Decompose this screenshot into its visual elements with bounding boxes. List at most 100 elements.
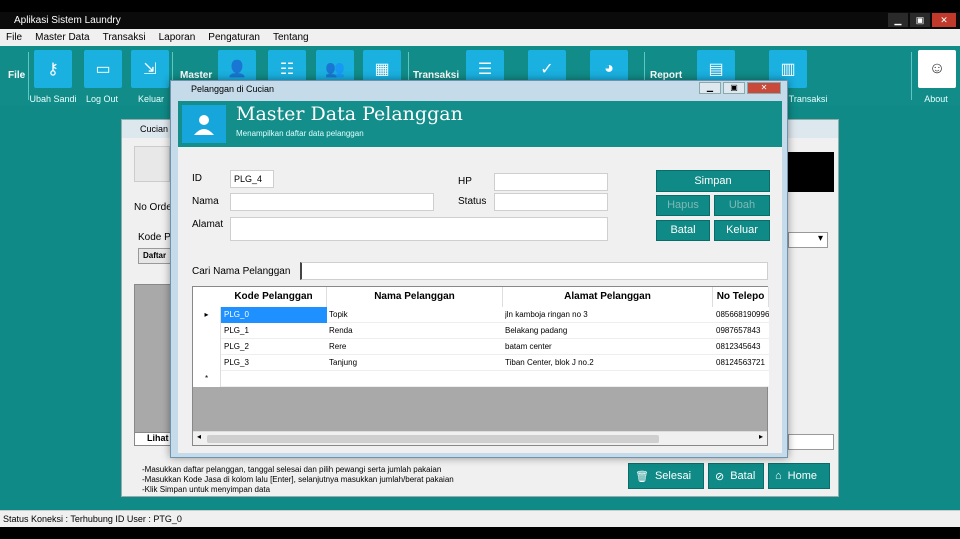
chevron-down-icon: ▾: [817, 233, 823, 244]
transaksi-report-label: Transaksi: [788, 94, 828, 104]
close-button[interactable]: ✕: [932, 13, 956, 27]
exit-button[interactable]: ⇲: [131, 50, 169, 88]
menu-laporan[interactable]: Laporan: [159, 32, 196, 43]
scroll-left-icon[interactable]: ◂: [197, 432, 201, 441]
cell-alamat[interactable]: jln kamboja ringan no 3: [505, 307, 713, 323]
cell-kode[interactable]: PLG_3: [224, 355, 327, 371]
log-out-button[interactable]: ▭: [84, 50, 122, 88]
menu-pengaturan[interactable]: Pengaturan: [208, 32, 260, 43]
grid-icon: ▦: [374, 61, 390, 78]
user-icon: 👤: [227, 61, 247, 78]
nama-label: Nama: [192, 196, 219, 207]
scroll-right-icon[interactable]: ▸: [759, 432, 763, 441]
grid-header: Kode Pelanggan Nama Pelanggan Alamat Pel…: [193, 287, 769, 307]
pewangi-dropdown[interactable]: ▾: [788, 232, 828, 248]
cell-telepon[interactable]: 085668190996: [716, 307, 769, 323]
cell-telepon[interactable]: 08124563721: [716, 355, 769, 371]
table-row[interactable]: ▸ PLG_0 Topik jln kamboja ringan no 3 08…: [193, 307, 769, 323]
ribbon-file-tab[interactable]: File: [8, 70, 25, 81]
table-row[interactable]: PLG_3 Tanjung Tiban Center, blok J no.2 …: [193, 355, 769, 371]
minimize-button[interactable]: ▁: [888, 13, 908, 27]
search-input[interactable]: [300, 262, 768, 280]
current-row-arrow-icon: ▸: [193, 307, 221, 323]
hapus-button[interactable]: Hapus: [656, 195, 710, 216]
nama-field[interactable]: [230, 193, 434, 211]
app-window: Aplikasi Sistem Laundry ▁ ▣ ✕ File Maste…: [0, 12, 960, 527]
col-nama[interactable]: Nama Pelanggan: [327, 287, 503, 307]
keluar-button[interactable]: Keluar: [714, 220, 770, 241]
exit-icon: ⇲: [143, 61, 157, 78]
dialog-maximize-button[interactable]: ▣: [723, 82, 745, 94]
cell-nama[interactable]: Tanjung: [329, 355, 503, 371]
header-title: Master Data Pelanggan: [236, 103, 463, 125]
mascot-icon: [134, 146, 170, 182]
dialog-controls: ▁ ▣ ✕: [699, 82, 781, 94]
ubah-button[interactable]: Ubah: [714, 195, 770, 216]
cell-nama[interactable]: Rere: [329, 339, 503, 355]
menu-file[interactable]: File: [6, 32, 22, 43]
dialog-minimize-button[interactable]: ▁: [699, 82, 721, 94]
list-icon: ☰: [477, 61, 493, 78]
col-kode[interactable]: Kode Pelanggan: [221, 287, 327, 307]
log-out-label: Log Out: [85, 94, 119, 104]
total-display: [788, 152, 834, 192]
cell-nama[interactable]: Renda: [329, 323, 503, 339]
dialog-close-button[interactable]: ✕: [747, 82, 781, 94]
menu-transaksi[interactable]: Transaksi: [103, 32, 146, 43]
about-button[interactable]: ☺: [918, 50, 956, 88]
row-header: [193, 339, 221, 355]
menu-master-data[interactable]: Master Data: [35, 32, 89, 43]
cell-alamat[interactable]: Tiban Center, blok J no.2: [505, 355, 713, 371]
total-field[interactable]: [788, 434, 834, 450]
simpan-button[interactable]: Simpan: [656, 170, 770, 192]
bar-chart-icon: ▥: [780, 61, 796, 78]
maximize-button[interactable]: ▣: [910, 13, 930, 27]
home-button[interactable]: ⌂ Home: [768, 463, 830, 489]
status-field[interactable]: [494, 193, 608, 211]
change-password-button[interactable]: ⚷: [34, 50, 72, 88]
new-row-marker: *: [193, 371, 221, 387]
window-controls: ▁ ▣ ✕: [888, 13, 956, 27]
table-row[interactable]: PLG_1 Renda Belakang padang 0987657843: [193, 323, 769, 339]
log-out-icon: ▭: [95, 61, 111, 78]
cell-kode[interactable]: PLG_0: [221, 307, 327, 323]
table-row[interactable]: PLG_2 Rere batam center 0812345643: [193, 339, 769, 355]
row-header: [193, 323, 221, 339]
customer-grid[interactable]: Kode Pelanggan Nama Pelanggan Alamat Pel…: [192, 286, 769, 446]
id-field[interactable]: PLG_4: [230, 170, 274, 188]
selesai-label: Selesai: [654, 470, 692, 482]
batal-bg-button[interactable]: ⊘ Batal: [708, 463, 764, 489]
selesai-button[interactable]: 🗑 Selesai: [628, 463, 704, 489]
scrollbar-thumb[interactable]: [207, 435, 659, 443]
mascot-icon: ☺: [928, 60, 946, 77]
key-icon: ⚷: [47, 61, 59, 78]
menu-tentang[interactable]: Tentang: [273, 32, 309, 43]
cell-telepon[interactable]: 0987657843: [716, 323, 769, 339]
dialog-body: Master Data Pelanggan Menampilkan daftar…: [178, 101, 782, 453]
window-titlebar: Aplikasi Sistem Laundry ▁ ▣ ✕: [0, 12, 960, 29]
cancel-icon: ⊘: [715, 470, 725, 483]
hp-field[interactable]: [494, 173, 608, 191]
col-alamat[interactable]: Alamat Pelanggan: [503, 287, 713, 307]
cell-alamat[interactable]: batam center: [505, 339, 713, 355]
about-label: About: [924, 94, 948, 104]
pelanggan-dialog: Pelanggan di Cucian ▁ ▣ ✕ Master Data Pe…: [170, 80, 788, 458]
alamat-field[interactable]: [230, 217, 608, 241]
batal-button[interactable]: Batal: [656, 220, 710, 241]
horizontal-scrollbar[interactable]: ◂ ▸: [193, 431, 767, 445]
ubah-sandi-label: Ubah Sandi: [29, 94, 77, 104]
ribbon-separator: [28, 52, 29, 100]
ribbon-separator: [911, 52, 912, 100]
new-row[interactable]: *: [193, 371, 769, 387]
pie-chart-icon: ◕: [604, 60, 614, 77]
cell-kode[interactable]: PLG_2: [224, 339, 327, 355]
cell-telepon[interactable]: 0812345643: [716, 339, 769, 355]
hint-1: -Masukkan daftar pelanggan, tanggal sele…: [142, 465, 442, 474]
cell-alamat[interactable]: Belakang padang: [505, 323, 713, 339]
col-telepon[interactable]: No Telepo: [713, 287, 769, 307]
lihat-button[interactable]: Lihat: [134, 432, 174, 446]
order-grid[interactable]: [134, 284, 174, 434]
daftar-button[interactable]: Daftar: [138, 248, 174, 264]
cell-kode[interactable]: PLG_1: [224, 323, 327, 339]
cell-nama[interactable]: Topik: [329, 307, 503, 323]
